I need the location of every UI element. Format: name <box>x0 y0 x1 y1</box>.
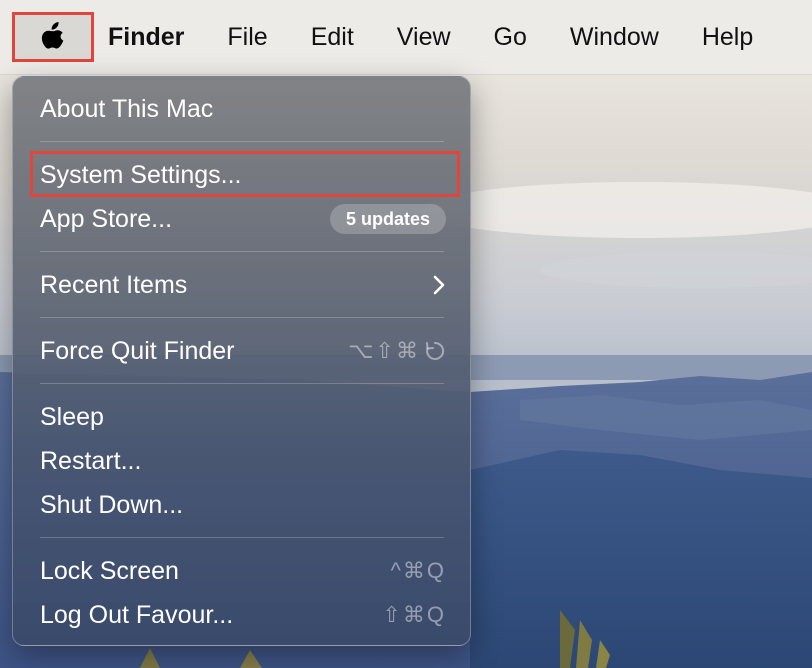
menu-window[interactable]: Window <box>570 0 659 74</box>
menu-separator <box>40 383 444 384</box>
lock-screen-shortcut: ^⌘Q <box>390 558 446 583</box>
menu-item-restart[interactable]: Restart... <box>40 441 446 481</box>
menu-item-lock-screen[interactable]: Lock Screen ^⌘Q <box>40 551 446 591</box>
menu-separator <box>40 317 444 318</box>
menu-bar-items: Finder File Edit View Go Window Help <box>108 0 753 74</box>
menu-separator <box>40 141 444 142</box>
recent-items-label: Recent Items <box>40 270 188 299</box>
force-quit-shortcut: ⌥⇧⌘ <box>348 338 446 364</box>
menu-view[interactable]: View <box>397 0 451 74</box>
menu-help[interactable]: Help <box>702 0 753 74</box>
menu-item-recent-items[interactable]: Recent Items <box>40 265 446 305</box>
updates-badge: 5 updates <box>329 204 446 234</box>
menu-separator <box>40 251 444 252</box>
about-this-mac-label: About This Mac <box>40 94 214 123</box>
log-out-shortcut: ⇧⌘Q <box>382 602 446 627</box>
force-quit-label: Force Quit Finder <box>40 336 235 365</box>
apple-menu-button[interactable] <box>12 12 94 62</box>
shut-down-label: Shut Down... <box>40 490 184 519</box>
menu-edit[interactable]: Edit <box>311 0 354 74</box>
menu-bar: Finder File Edit View Go Window Help <box>0 0 812 75</box>
menu-item-app-store[interactable]: App Store... 5 updates <box>40 199 446 239</box>
menu-go[interactable]: Go <box>494 0 527 74</box>
app-store-label: App Store... <box>40 204 173 233</box>
apple-menu-dropdown: About This Mac System Settings... App St… <box>12 76 471 646</box>
menu-item-force-quit-finder[interactable]: Force Quit Finder ⌥⇧⌘ <box>40 331 446 371</box>
menu-item-about-this-mac[interactable]: About This Mac <box>40 89 446 129</box>
menu-item-shut-down[interactable]: Shut Down... <box>40 485 446 525</box>
lock-screen-label: Lock Screen <box>40 556 179 585</box>
restart-label: Restart... <box>40 446 142 475</box>
highlight-annotation-box <box>30 151 460 197</box>
menu-item-sleep[interactable]: Sleep <box>40 397 446 437</box>
log-out-label: Log Out Favour... <box>40 600 234 629</box>
menu-file[interactable]: File <box>227 0 267 74</box>
menu-finder[interactable]: Finder <box>108 0 184 74</box>
sleep-label: Sleep <box>40 402 104 431</box>
chevron-right-icon <box>432 275 446 295</box>
apple-logo-icon <box>39 19 67 56</box>
escape-key-icon <box>424 340 446 362</box>
menu-separator <box>40 537 444 538</box>
menu-item-log-out[interactable]: Log Out Favour... ⇧⌘Q <box>40 595 446 635</box>
force-quit-shortcut-keys: ⌥⇧⌘ <box>348 338 420 363</box>
